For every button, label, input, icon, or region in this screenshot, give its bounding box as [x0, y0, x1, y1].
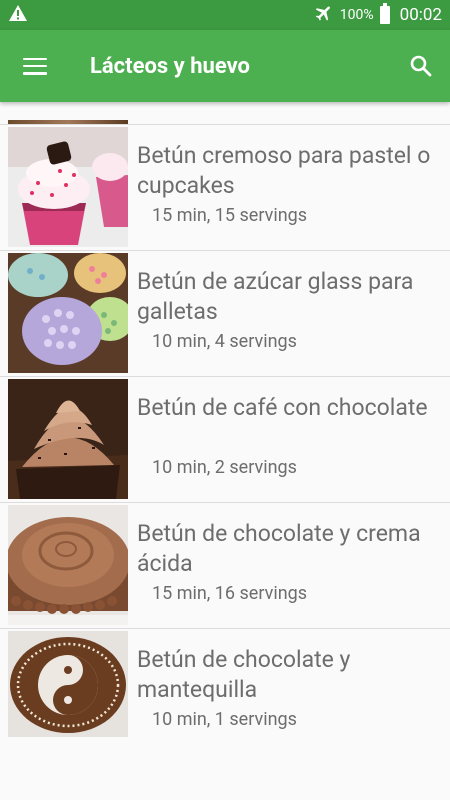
clock: 00:02: [399, 5, 442, 25]
recipe-thumbnail: [8, 631, 128, 737]
search-icon: [410, 55, 432, 77]
recipe-thumbnail: [8, 253, 128, 373]
recipe-meta: 10 min, 4 servings: [152, 331, 297, 352]
recipe-item[interactable]: Betún de café con chocolate 10 min, 2 se…: [0, 377, 450, 503]
recipe-title: Betún de chocolate y mantequilla: [137, 646, 351, 703]
battery-icon: [379, 3, 390, 24]
page-title: Lácteos y huevo: [90, 53, 250, 79]
partial-list-item[interactable]: [0, 102, 450, 125]
hamburger-menu-icon: [23, 57, 47, 75]
recipe-title: Betún de azúcar glass para galletas: [137, 268, 414, 325]
recipe-thumbnail: [8, 127, 128, 247]
recipe-thumbnail: [8, 120, 128, 124]
recipe-meta: 15 min, 15 servings: [152, 205, 308, 226]
status-indicators: 100% 00:02: [314, 3, 442, 27]
app-bar: Lácteos y huevo: [0, 30, 450, 102]
recipe-list[interactable]: Betún cremoso para pastel o cupcakes 15 …: [0, 102, 450, 755]
warning-icon: [8, 4, 28, 26]
recipe-item[interactable]: Betún de azúcar glass para galletas 10 m…: [0, 251, 450, 377]
search-button[interactable]: [392, 30, 450, 102]
status-bar: 100% 00:02: [0, 0, 450, 30]
recipe-item[interactable]: Betún cremoso para pastel o cupcakes 15 …: [0, 125, 450, 251]
recipe-item[interactable]: Betún de chocolate y crema ácida 15 min,…: [0, 503, 450, 629]
recipe-item[interactable]: Betún de chocolate y mantequilla 10 min,…: [0, 629, 450, 755]
recipe-title: Betún de café con chocolate: [137, 394, 428, 421]
recipe-meta: 15 min, 16 servings: [152, 583, 308, 604]
recipe-title: Betún cremoso para pastel o cupcakes: [137, 142, 431, 199]
airplane-mode-icon: [314, 3, 334, 27]
recipe-thumbnail: [8, 379, 128, 499]
recipe-title: Betún de chocolate y crema ácida: [137, 520, 421, 577]
recipe-meta: 10 min, 1 servings: [152, 709, 297, 730]
battery-percent: 100%: [339, 7, 374, 23]
menu-button[interactable]: [0, 30, 70, 102]
recipe-meta: 10 min, 2 servings: [152, 457, 297, 478]
recipe-thumbnail: [8, 505, 128, 625]
